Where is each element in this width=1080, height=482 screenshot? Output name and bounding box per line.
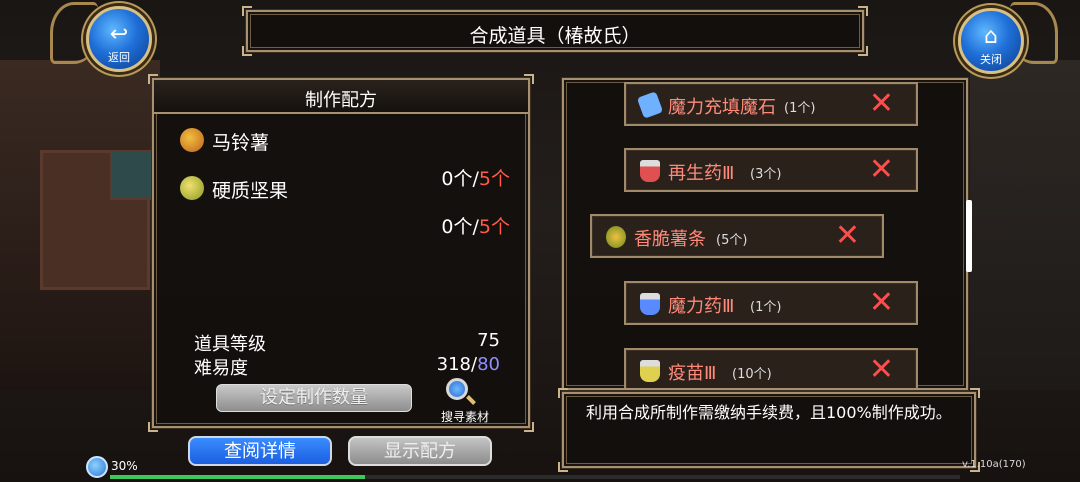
nut-icon [180,176,204,200]
item-qty: (5个) [716,233,748,248]
list-item[interactable]: 魔力充填魔石 (1个) ✕ [624,82,918,126]
return-arrow-icon: ↩ [109,22,129,47]
item-qty: (1个) [750,300,782,315]
list-scrollbar[interactable] [966,200,972,272]
version-label: v.1.10a(170) [962,459,1026,470]
remove-icon[interactable]: ✕ [869,153,894,187]
search-material-label: 搜寻素材 [440,410,489,424]
recipe-panel: 制作配方 马铃薯 0个/5个 硬质坚果 0个/5个 道具等级 75 难易度 31… [148,74,534,432]
potion-icon [640,160,660,182]
item-qty: (3个) [750,167,782,182]
list-item[interactable]: 香脆薯条 (5个) ✕ [590,214,884,258]
recipe-title: 制作配方 [305,90,377,111]
magnifier-icon [446,378,468,400]
material-row[interactable]: 硬质坚果 0个/5个 [180,176,510,238]
set-quantity-button[interactable]: 设定制作数量 [216,384,412,412]
item-name: 再生药Ⅲ [668,163,735,184]
show-recipe-button[interactable]: 显示配方 [348,436,492,466]
fee-note: 利用合成所制作需缴纳手续费，且100%制作成功。 [586,403,952,422]
status-icon [86,456,108,478]
view-details-button[interactable]: 查阅详情 [188,436,332,466]
difficulty-label: 难易度 [194,358,248,379]
material-count: 0个/5个 [441,216,510,238]
material-name: 马铃薯 [212,132,270,154]
background-wall-right [970,60,1080,390]
item-name: 魔力充填魔石 [668,97,776,118]
item-name: 魔力药Ⅲ [668,296,735,317]
item-name: 疫苗Ⅲ [668,363,717,384]
item-name: 香脆薯条 [634,229,706,250]
status-percent: 30% [111,459,138,473]
remove-icon[interactable]: ✕ [869,87,894,121]
item-level-label: 道具等级 [194,334,266,355]
back-label: 返回 [108,51,130,64]
remove-icon[interactable]: ✕ [869,353,894,387]
item-list-panel: 魔力充填魔石 (1个) ✕ 再生药Ⅲ (3个) ✕ 香脆薯条 (5个) ✕ 魔力… [561,77,969,391]
difficulty-value: 318/80 [436,354,500,375]
potato-icon [180,128,204,152]
potion-icon [640,293,660,315]
home-icon: ⌂ [984,24,998,49]
list-item[interactable]: 疫苗Ⅲ (10个) ✕ [624,348,918,388]
fries-icon [606,226,626,248]
search-material-button[interactable]: 搜寻素材 [430,378,500,426]
title-bar: 合成道具（椿故氏） [242,6,868,56]
potion-icon [640,360,660,382]
list-item[interactable]: 魔力药Ⅲ (1个) ✕ [624,281,918,325]
recipe-header: 制作配方 [154,80,528,114]
item-level-value: 75 [477,330,500,351]
close-button[interactable]: ⌂ 关闭 [958,8,1024,74]
back-button[interactable]: ↩ 返回 [86,6,152,72]
item-qty: (10个) [732,367,772,382]
note-panel: 利用合成所制作需缴纳手续费，且100%制作成功。 [558,388,980,472]
material-name: 硬质坚果 [212,180,289,202]
list-item[interactable]: 再生药Ⅲ (3个) ✕ [624,148,918,192]
progress-fill [110,475,365,479]
window-title: 合成道具（椿故氏） [469,25,641,47]
remove-icon[interactable]: ✕ [869,286,894,320]
close-label: 关闭 [980,53,1002,66]
magic-stone-icon [636,91,664,119]
remove-icon[interactable]: ✕ [835,219,860,253]
item-qty: (1个) [784,101,816,116]
